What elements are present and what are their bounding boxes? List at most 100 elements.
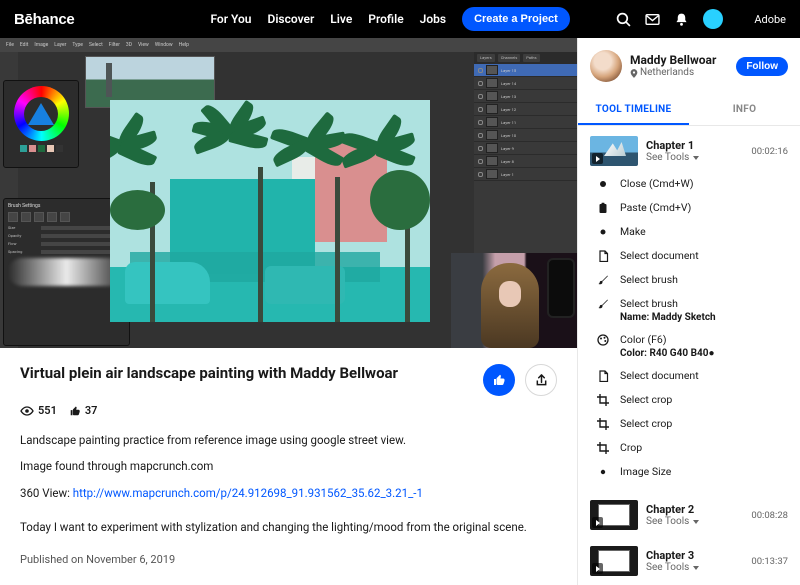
tool-row[interactable]: Select crop [596, 388, 800, 412]
tool-row[interactable]: Select crop [596, 412, 800, 436]
painting-canvas [110, 100, 430, 322]
tool-row[interactable]: Color (F6)Color: R40 G40 B40● [596, 328, 800, 364]
adobe-logo-icon [737, 13, 750, 25]
chapter-time: 00:08:28 [751, 510, 788, 521]
close-icon [596, 177, 610, 191]
document-icon [596, 249, 610, 263]
color-wheel-panel [3, 80, 79, 168]
tool-label: Select crop [620, 393, 672, 406]
project-stats: 551 37 [20, 404, 557, 417]
chapter-row[interactable]: Chapter 2 See Tools 00:08:28 [578, 490, 800, 536]
creator-avatar[interactable] [590, 50, 622, 82]
tool-label: Paste (Cmd+V) [620, 201, 691, 214]
tool-list: Close (Cmd+W) Paste (Cmd+V) Make Select doc… [578, 172, 800, 490]
tool-label: Select crop [620, 417, 672, 430]
project-description: Landscape painting practice from referen… [20, 431, 557, 537]
tool-label: Image Size [620, 465, 671, 478]
swatches [20, 145, 63, 152]
make-icon [596, 225, 610, 239]
follow-button[interactable]: Follow [736, 57, 788, 76]
views-stat: 551 [20, 404, 57, 417]
tool-row[interactable]: Select document [596, 364, 800, 388]
play-icon [592, 153, 603, 164]
tool-row[interactable]: Crop [596, 436, 800, 460]
brush-icon [596, 273, 610, 287]
chapter-see-tools[interactable]: See Tools [646, 516, 743, 527]
top-nav: Bēhance For You Discover Live Profile Jo… [0, 0, 800, 38]
tool-row[interactable]: Make [596, 220, 800, 244]
tab-tool-timeline[interactable]: TOOL TIMELINE [578, 96, 689, 125]
pin-icon [630, 69, 638, 78]
tool-label: Select brushName: Maddy Sketch [620, 297, 716, 323]
desc-prefix: 360 View: [20, 486, 73, 500]
project-title: Virtual plein air landscape painting wit… [20, 364, 398, 384]
color-icon [596, 333, 610, 347]
dot-icon [596, 465, 610, 479]
project-details: Virtual plein air landscape painting wit… [0, 348, 577, 585]
photoshop-menubar: FileEditImageLayerTypeSelectFilter3DView… [0, 38, 577, 52]
desc-line: Landscape painting practice from referen… [20, 431, 557, 449]
creator-location-label: Netherlands [640, 67, 694, 79]
nav-right: Adobe [616, 9, 786, 29]
tool-label: Select brush [620, 273, 678, 286]
tool-row[interactable]: Close (Cmd+W) [596, 172, 800, 196]
tool-label: Make [620, 225, 646, 238]
tool-row[interactable]: Select brushName: Maddy Sketch [596, 292, 800, 328]
nav-jobs[interactable]: Jobs [420, 12, 446, 26]
likes-count: 37 [85, 404, 98, 417]
tool-row[interactable]: Image Size [596, 460, 800, 484]
webcam-overlay [451, 253, 577, 348]
tool-label: Select document [620, 249, 699, 262]
published-date: Published on November 6, 2019 [20, 553, 557, 566]
nav-for-you[interactable]: For You [210, 12, 251, 26]
chapter-thumb [590, 136, 638, 166]
tool-label: Select document [620, 369, 699, 382]
sidebar: Maddy Bellwoar Netherlands Follow TOOL T… [577, 38, 800, 585]
main-column: FileEditImageLayerTypeSelectFilter3DView… [0, 38, 577, 585]
desc-line: Image found through mapcrunch.com [20, 457, 557, 475]
mapcrunch-link[interactable]: http://www.mapcrunch.com/p/24.912698_91.… [73, 486, 423, 500]
bell-icon[interactable] [674, 12, 689, 27]
tool-row[interactable]: Select brush [596, 268, 800, 292]
nav-discover[interactable]: Discover [268, 12, 315, 26]
appreciate-button[interactable] [483, 364, 515, 396]
adobe-link[interactable]: Adobe [737, 13, 786, 26]
adobe-label: Adobe [754, 13, 786, 26]
create-project-button[interactable]: Create a Project [462, 7, 570, 31]
chapter-see-tools[interactable]: See Tools [646, 562, 743, 573]
behance-logo[interactable]: Bēhance [14, 11, 74, 28]
sidebar-tabs: TOOL TIMELINE INFO [578, 96, 800, 126]
chapter-time: 00:02:16 [751, 146, 788, 157]
play-icon [592, 517, 603, 528]
chapter-row[interactable]: Chapter 1 See Tools 00:02:16 [578, 126, 800, 172]
tab-info[interactable]: INFO [689, 96, 800, 125]
creator-card: Maddy Bellwoar Netherlands Follow [578, 38, 800, 92]
user-avatar[interactable] [703, 9, 723, 29]
video-player[interactable]: FileEditImageLayerTypeSelectFilter3DView… [0, 38, 577, 348]
document-icon [596, 369, 610, 383]
chapter-title: Chapter 3 [646, 549, 743, 562]
tool-row[interactable]: Select document [596, 244, 800, 268]
chapter-title: Chapter 1 [646, 139, 743, 152]
color-wheel [14, 86, 69, 141]
tool-label: Close (Cmd+W) [620, 177, 694, 190]
share-button[interactable] [525, 364, 557, 396]
chapter-thumb [590, 546, 638, 576]
crop-icon [596, 417, 610, 431]
tool-label: Color (F6)Color: R40 G40 B40● [620, 333, 714, 359]
project-actions [483, 364, 557, 396]
mail-icon[interactable] [645, 12, 660, 27]
tool-row[interactable]: Paste (Cmd+V) [596, 196, 800, 220]
creator-name[interactable]: Maddy Bellwoar [630, 53, 728, 67]
crop-icon [596, 441, 610, 455]
likes-stat: 37 [69, 404, 98, 417]
brush-icon [596, 297, 610, 311]
nav-live[interactable]: Live [330, 12, 352, 26]
tool-label: Crop [620, 441, 642, 454]
chapter-row[interactable]: Chapter 3 See Tools 00:13:37 [578, 536, 800, 582]
search-icon[interactable] [616, 12, 631, 27]
chapter-thumb [590, 500, 638, 530]
desc-line: 360 View: http://www.mapcrunch.com/p/24.… [20, 484, 557, 502]
chapter-see-tools[interactable]: See Tools [646, 152, 743, 163]
nav-profile[interactable]: Profile [368, 12, 403, 26]
